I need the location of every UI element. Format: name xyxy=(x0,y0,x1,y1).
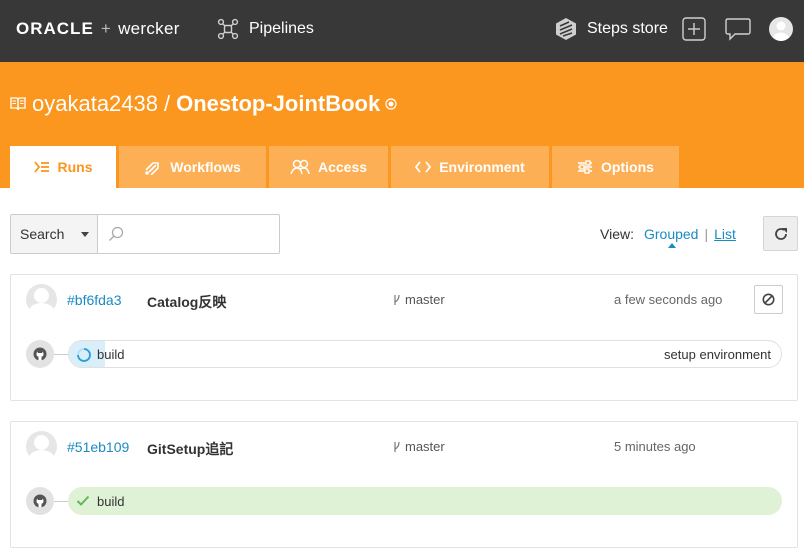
branch-name: master xyxy=(405,292,445,307)
search-type-select[interactable]: Search xyxy=(11,215,98,253)
tab-environment-label: Environment xyxy=(439,159,525,175)
branch-icon xyxy=(394,294,400,305)
steps-store-icon xyxy=(556,18,576,40)
pipeline-bar[interactable]: build xyxy=(68,487,782,515)
repo-book-icon xyxy=(10,97,26,111)
runs-icon xyxy=(33,161,49,173)
run-card: #bf6fda3 Catalog反映 master a few seconds … xyxy=(10,274,798,401)
tab-workflows[interactable]: Workflows xyxy=(119,146,266,188)
view-label: View: xyxy=(600,226,634,242)
search-box: Search xyxy=(10,214,280,254)
tab-options[interactable]: Options xyxy=(552,146,679,188)
pipelines-icon xyxy=(217,18,239,40)
avatar xyxy=(26,431,57,462)
repo-name[interactable]: Onestop-JointBook xyxy=(176,91,380,117)
branch: master xyxy=(393,292,445,307)
add-icon[interactable] xyxy=(682,17,706,41)
check-icon xyxy=(76,495,90,506)
run-time: 5 minutes ago xyxy=(614,439,696,454)
pipeline-bar[interactable]: build setup environment xyxy=(68,340,782,368)
branch-name: master xyxy=(405,439,445,454)
repo-owner-link[interactable]: oyakata2438 xyxy=(32,91,158,117)
visibility-icon xyxy=(385,98,397,110)
user-avatar-icon[interactable] xyxy=(769,17,793,41)
search-type-label: Search xyxy=(20,226,65,242)
tab-runs-label: Runs xyxy=(57,159,93,175)
oracle-wercker-logo[interactable]: ORACLE + wercker xyxy=(16,19,180,39)
view-grouped-link[interactable]: Grouped xyxy=(643,226,699,248)
top-navbar: ORACLE + wercker Pipelines Steps store xyxy=(0,0,804,62)
tab-options-label: Options xyxy=(601,159,654,175)
tab-runs[interactable]: Runs xyxy=(10,146,116,188)
source-github xyxy=(26,487,54,515)
commit-hash-link[interactable]: #51eb109 xyxy=(67,439,129,455)
refresh-button[interactable] xyxy=(763,216,798,251)
view-switcher: View: Grouped | List xyxy=(600,226,736,248)
brand-plus: + xyxy=(100,19,112,38)
commit-message[interactable]: Catalog反映 xyxy=(147,292,226,312)
chat-icon[interactable] xyxy=(725,17,751,41)
nav-pipelines[interactable]: Pipelines xyxy=(217,18,314,40)
refresh-icon xyxy=(774,227,787,240)
pipeline-step-status: setup environment xyxy=(664,347,771,362)
tab-workflows-label: Workflows xyxy=(170,159,241,175)
view-separator: | xyxy=(704,226,709,242)
nav-steps-store[interactable]: Steps store xyxy=(554,17,668,41)
brand-oracle: ORACLE xyxy=(16,19,94,38)
repo-title: oyakata2438 / Onestop-JointBook xyxy=(10,91,397,117)
commit-hash-link[interactable]: #bf6fda3 xyxy=(67,292,122,308)
source-github xyxy=(26,340,54,368)
github-icon xyxy=(33,347,47,361)
search-input[interactable] xyxy=(99,215,279,253)
tab-access-label: Access xyxy=(317,159,368,175)
run-card: #51eb109 GitSetup追記 master 5 minutes ago… xyxy=(10,421,798,548)
cancel-run-button[interactable] xyxy=(754,285,783,314)
access-icon xyxy=(290,159,310,175)
chevron-down-icon xyxy=(81,232,89,237)
workflows-icon xyxy=(145,162,160,175)
avatar xyxy=(26,284,57,315)
project-header: oyakata2438 / Onestop-JointBook Runs Wor… xyxy=(0,62,804,188)
brand-wercker: wercker xyxy=(118,19,180,38)
cancel-icon xyxy=(762,293,775,306)
tab-environment[interactable]: Environment xyxy=(391,146,549,188)
github-icon xyxy=(33,494,47,508)
nav-steps-store-label: Steps store xyxy=(587,20,668,37)
pipeline-connector xyxy=(54,501,68,502)
view-list-link[interactable]: List xyxy=(714,226,736,242)
active-indicator-icon xyxy=(667,243,676,248)
tab-access[interactable]: Access xyxy=(269,146,388,188)
spinner-icon xyxy=(77,348,91,362)
options-icon xyxy=(578,160,593,174)
repo-separator: / xyxy=(164,91,171,116)
commit-message[interactable]: GitSetup追記 xyxy=(147,439,233,459)
pipeline-connector xyxy=(54,354,68,355)
pipeline-name: build xyxy=(97,347,125,362)
view-grouped-label: Grouped xyxy=(643,226,699,242)
branch: master xyxy=(393,439,445,454)
code-icon xyxy=(415,161,432,173)
branch-icon xyxy=(394,441,400,452)
nav-pipelines-label: Pipelines xyxy=(249,20,314,37)
run-time: a few seconds ago xyxy=(614,292,723,307)
pipeline-name: build xyxy=(97,494,125,509)
